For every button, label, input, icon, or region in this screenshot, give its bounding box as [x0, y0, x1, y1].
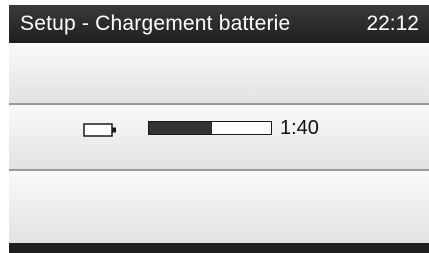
clock: 22:12	[366, 12, 419, 35]
title-bar: Setup - Chargement batterie 22:12	[9, 5, 429, 43]
charge-progress-bar	[148, 121, 272, 135]
display-frame: Setup - Chargement batterie 22:12 1:40	[0, 0, 429, 253]
charge-progress-fill	[149, 122, 213, 134]
charging-status-row	[9, 105, 429, 169]
page-title: Setup - Chargement batterie	[20, 12, 291, 35]
menu-row-empty-bottom	[9, 171, 429, 243]
menu-row-empty-top	[9, 43, 429, 103]
bottom-bar	[9, 243, 429, 253]
battery-icon	[83, 123, 116, 137]
time-remaining: 1:40	[280, 117, 319, 139]
